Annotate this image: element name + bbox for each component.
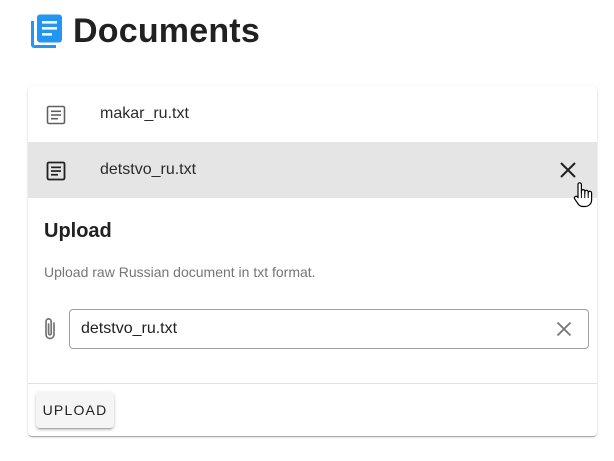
clear-file-icon[interactable] [553,318,575,340]
upload-description: Upload raw Russian document in txt forma… [44,264,316,280]
document-list-item-selected[interactable]: detstvo_ru.txt [28,142,597,198]
hand-pointer-cursor-icon [573,182,593,208]
library-books-icon [31,14,62,48]
file-input-value: detstvo_ru.txt [81,320,178,337]
document-icon [46,161,66,181]
paperclip-icon[interactable] [38,315,62,343]
document-name: detstvo_ru.txt [100,161,197,178]
page-header: Documents [28,12,260,50]
document-list-item[interactable]: makar_ru.txt [28,86,597,142]
upload-button[interactable]: UPLOAD [36,392,114,428]
document-icon [46,105,66,125]
file-input-field[interactable]: detstvo_ru.txt [69,309,589,349]
page-title: Documents [73,11,260,50]
document-name: makar_ru.txt [100,105,189,122]
actions-divider [28,383,597,384]
documents-card: makar_ru.txt detstvo_ru.txt Upload Uploa… [28,86,597,436]
delete-document-button[interactable] [556,158,580,182]
upload-title: Upload [44,220,112,242]
